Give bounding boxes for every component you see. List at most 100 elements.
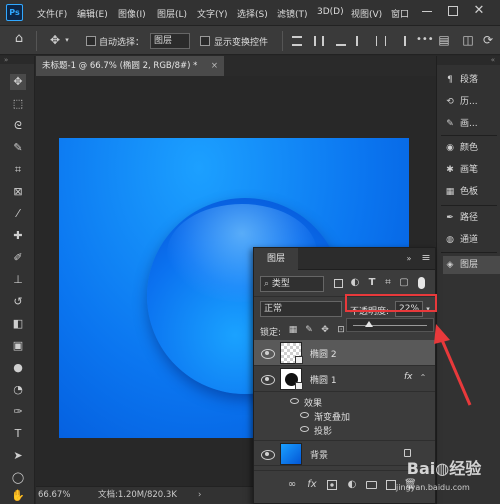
collapse-icon[interactable]: » [404,253,414,265]
lock-pixels-icon[interactable]: ✎ [304,324,314,336]
layer-name[interactable]: 背景 [310,448,328,461]
auto-select-dropdown[interactable]: 图层 [150,33,190,49]
effects-group[interactable]: 效果 [290,396,430,409]
filter-type-icon[interactable]: T [366,277,378,289]
adjustment-icon[interactable]: ◐ [346,479,358,491]
zoom-level[interactable]: 66.67% [38,487,70,504]
lock-transparent-icon[interactable]: ▦ [288,324,298,336]
frame-tool-icon[interactable]: ⊠ [10,184,26,200]
layer-row-ellipse-1[interactable]: 椭圆 1 fx ⌃ [254,366,435,392]
panel-channels[interactable]: ◍ 通道 [443,231,500,249]
align-center-icon[interactable] [314,36,324,46]
dock-collapse-icon[interactable]: « [437,56,500,65]
mask-icon[interactable] [327,480,337,490]
align-left-icon[interactable] [356,36,366,46]
status-arrow-icon[interactable]: › [198,487,201,504]
type-tool-icon[interactable]: T [10,426,26,442]
align-top-icon[interactable] [292,36,302,46]
visibility-eye-icon[interactable] [290,398,299,404]
opacity-slider-track[interactable] [353,325,427,326]
group-icon[interactable] [366,481,377,489]
brush-tool-icon[interactable]: ✐ [10,250,26,266]
opacity-slider-thumb[interactable] [365,321,374,327]
filter-adjustment-icon[interactable]: ◐ [349,277,361,289]
hand-tool-icon[interactable]: ✋ [10,488,26,504]
panel-paragraph[interactable]: ¶ 段落 [443,71,500,89]
fx-icon[interactable]: fx [306,479,318,491]
lasso-tool-icon[interactable]: ᘓ [10,118,26,134]
close-tab-icon[interactable]: × [211,56,218,76]
home-icon[interactable]: ⌂ [12,32,26,45]
menu-edit[interactable]: 编辑(E) [77,7,108,20]
marquee-tool-icon[interactable]: ⬚ [10,96,26,112]
visibility-eye-icon[interactable] [300,426,309,432]
lock-artboard-icon[interactable]: ⊡ [336,324,346,336]
more-options-icon[interactable]: ••• [416,34,434,46]
crop-tool-icon[interactable]: ⌗ [10,162,26,178]
filter-toggle-icon[interactable] [418,277,425,289]
panel-layers[interactable]: ◈ 图层 [443,256,500,274]
filter-pixel-icon[interactable] [334,279,343,288]
fx-icon[interactable]: fx [404,372,413,382]
document-tab[interactable]: 未标题-1 @ 66.7% (椭圆 2, RGB/8#) * × [36,56,224,76]
menu-3d[interactable]: 3D(D) [317,7,344,17]
layer-name[interactable]: 椭圆 1 [310,373,337,386]
visibility-eye-icon[interactable] [300,412,309,418]
quick-select-tool-icon[interactable]: ✎ [10,140,26,156]
auto-select-checkbox[interactable] [86,36,96,46]
pen-tool-icon[interactable]: ✑ [10,404,26,420]
filter-shape-icon[interactable]: ⌗ [382,277,394,289]
menu-type[interactable]: 文字(Y) [197,7,228,20]
panel-color[interactable]: ◉ 颜色 [443,139,500,157]
minimize-icon[interactable] [422,11,432,12]
3d-mode-icon[interactable]: ◫ [462,34,474,46]
dodge-tool-icon[interactable]: ◔ [10,382,26,398]
distribute-icon[interactable]: ▤ [438,34,450,46]
menu-view[interactable]: 视图(V) [351,7,382,20]
menu-file[interactable]: 文件(F) [37,7,67,20]
chevron-down-icon[interactable]: ▾ [63,34,71,46]
healing-brush-tool-icon[interactable]: ✚ [10,228,26,244]
menu-layer[interactable]: 图层(L) [157,7,187,20]
gradient-tool-icon[interactable]: ▣ [10,338,26,354]
toolbar-collapse-icon[interactable]: » [0,56,34,64]
history-brush-tool-icon[interactable]: ↺ [10,294,26,310]
eyedropper-tool-icon[interactable]: ⁄ [10,206,26,222]
blend-mode-dropdown[interactable]: 正常 [260,301,342,317]
blur-tool-icon[interactable]: ● [10,360,26,376]
visibility-eye-icon[interactable] [261,450,275,460]
panel-swatches[interactable]: ▦ 色板 [443,183,500,201]
menu-image[interactable]: 图像(I) [118,7,146,20]
effect-drop-shadow[interactable]: 投影 [300,424,430,437]
panel-brushes[interactable]: ✱ 画笔 [443,161,500,179]
panel-paths[interactable]: ✒ 路径 [443,209,500,227]
ellipse-tool-icon[interactable]: ◯ [10,470,26,486]
show-transform-checkbox[interactable] [200,36,210,46]
layer-name[interactable]: 椭圆 2 [310,347,337,360]
eraser-tool-icon[interactable]: ◧ [10,316,26,332]
align-bottom-icon[interactable] [336,36,346,46]
layer-row-ellipse-2[interactable]: 椭圆 2 [254,340,435,366]
panel-menu-icon[interactable]: ≡ [420,252,432,264]
3d-rotate-icon[interactable]: ⟳ [482,34,494,46]
link-icon[interactable]: ∞ [286,479,298,491]
align-right-icon[interactable] [396,36,406,46]
close-icon[interactable]: ✕ [472,4,486,17]
move-tool-icon[interactable]: ✥ [48,34,62,46]
maximize-icon[interactable] [448,6,458,16]
menu-filter[interactable]: 滤镜(T) [277,7,308,20]
filter-kind-dropdown[interactable]: ⌕ 类型 [260,276,324,292]
clone-stamp-tool-icon[interactable]: ⊥ [10,272,26,288]
path-select-tool-icon[interactable]: ➤ [10,448,26,464]
filter-smart-object-icon[interactable]: ▢ [398,277,410,289]
menu-select[interactable]: 选择(S) [237,7,268,20]
menu-window[interactable]: 窗口 [391,7,409,20]
move-tool-icon[interactable]: ✥ [10,74,26,90]
visibility-eye-icon[interactable] [261,375,275,385]
align-hcenter-icon[interactable] [376,36,386,46]
tab-layers[interactable]: 图层 [254,248,298,270]
visibility-eye-icon[interactable] [261,349,275,359]
panel-brush[interactable]: ✎ 画... [443,115,500,133]
panel-history[interactable]: ⟲ 历... [443,93,500,111]
effect-gradient-overlay[interactable]: 渐变叠加 [300,410,430,423]
